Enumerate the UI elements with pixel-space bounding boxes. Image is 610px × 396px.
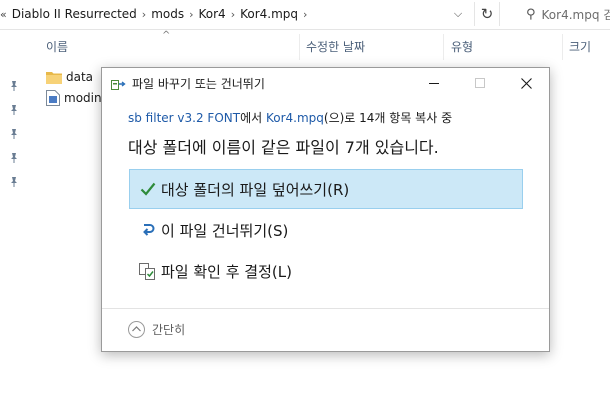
skip-arrow-icon bbox=[138, 221, 158, 239]
replace-files-option[interactable]: 대상 폴더의 파일 덮어쓰기(R) bbox=[129, 169, 523, 209]
search-input[interactable]: ⚲ Kor4.mpq 검색 bbox=[514, 2, 610, 26]
dialog-divider bbox=[102, 308, 549, 309]
breadcrumb: « Diablo II Resurrected › mods › Kor4 › … bbox=[0, 0, 470, 28]
copy-files-icon bbox=[111, 77, 127, 91]
folder-icon bbox=[46, 71, 62, 84]
file-row[interactable]: data bbox=[46, 67, 93, 87]
minimize-icon bbox=[429, 82, 439, 84]
column-divider[interactable] bbox=[443, 34, 444, 60]
subtitle-text: 에서 bbox=[240, 111, 266, 125]
close-icon bbox=[520, 77, 532, 89]
compare-files-icon bbox=[138, 262, 158, 280]
file-icon bbox=[46, 90, 60, 106]
column-header-size[interactable]: 크기 bbox=[569, 38, 591, 55]
compare-files-option[interactable]: 파일 확인 후 결정(L) bbox=[129, 251, 523, 291]
maximize-icon bbox=[475, 78, 485, 88]
subtitle-text: (으)로 14개 항목 복사 중 bbox=[323, 111, 453, 125]
skip-files-option[interactable]: 이 파일 건너뛰기(S) bbox=[129, 210, 523, 250]
fewer-details-label: 간단히 bbox=[152, 322, 186, 337]
dialog-title: 파일 바꾸기 또는 건너뛰기 bbox=[132, 77, 265, 91]
pin-icon[interactable] bbox=[8, 176, 22, 190]
destination-folder-link[interactable]: Kor4.mpq bbox=[266, 111, 324, 125]
breadcrumb-item[interactable]: mods bbox=[151, 7, 184, 21]
refresh-icon[interactable]: ↻ bbox=[474, 2, 500, 26]
pin-icon[interactable] bbox=[8, 80, 22, 94]
chevron-right-icon[interactable]: › bbox=[137, 8, 151, 21]
search-placeholder: Kor4.mpq 검색 bbox=[541, 7, 610, 22]
dialog-titlebar[interactable]: 파일 바꾸기 또는 건너뛰기 bbox=[102, 68, 549, 98]
chevron-right-icon[interactable]: › bbox=[226, 8, 240, 21]
breadcrumb-item[interactable]: Kor4 bbox=[199, 7, 226, 21]
fewer-details-button[interactable]: 간단히 bbox=[128, 319, 185, 339]
address-bar[interactable]: « Diablo II Resurrected › mods › Kor4 › … bbox=[0, 0, 610, 30]
chevron-right-icon[interactable]: › bbox=[298, 8, 312, 21]
copy-progress-subtitle: sb filter v3.2 FONT에서 Kor4.mpq(으)로 14개 항… bbox=[128, 109, 452, 126]
option-label: 대상 폴더의 파일 덮어쓰기(R) bbox=[161, 180, 350, 199]
option-label: 파일 확인 후 결정(L) bbox=[161, 262, 292, 281]
file-name: data bbox=[66, 70, 94, 84]
replace-or-skip-dialog: 파일 바꾸기 또는 건너뛰기 sb filter v3.2 FONT에서 Kor… bbox=[101, 67, 550, 352]
chevron-right-icon[interactable]: › bbox=[184, 8, 198, 21]
column-header-name[interactable]: 이름 bbox=[46, 38, 68, 55]
option-label: 이 파일 건너뛰기(S) bbox=[161, 221, 289, 240]
minimize-button[interactable] bbox=[411, 68, 457, 98]
column-header-date-modified[interactable]: 수정한 날짜 bbox=[306, 38, 365, 55]
pin-icon[interactable] bbox=[8, 128, 22, 142]
breadcrumb-item[interactable]: Kor4.mpq bbox=[240, 7, 298, 21]
search-icon: ⚲ bbox=[526, 6, 536, 22]
conflict-headline: 대상 폴더에 이름이 같은 파일이 7개 있습니다. bbox=[128, 138, 439, 157]
breadcrumb-item[interactable]: Diablo II Resurrected bbox=[12, 7, 137, 21]
maximize-button[interactable] bbox=[457, 68, 503, 98]
column-divider[interactable] bbox=[299, 34, 300, 60]
close-button[interactable] bbox=[503, 68, 549, 98]
sort-ascending-icon: ^ bbox=[162, 30, 171, 41]
column-header-type[interactable]: 유형 bbox=[451, 38, 473, 55]
pin-icon[interactable] bbox=[8, 152, 22, 166]
pin-icon[interactable] bbox=[8, 104, 22, 118]
checkmark-icon bbox=[138, 180, 158, 198]
source-folder-link[interactable]: sb filter v3.2 FONT bbox=[128, 111, 240, 125]
column-divider[interactable] bbox=[562, 34, 563, 60]
chevron-up-icon bbox=[128, 320, 145, 338]
breadcrumb-overflow-chevron-icon[interactable]: « bbox=[0, 8, 7, 21]
address-dropdown-icon[interactable]: ⌵ bbox=[449, 3, 467, 25]
